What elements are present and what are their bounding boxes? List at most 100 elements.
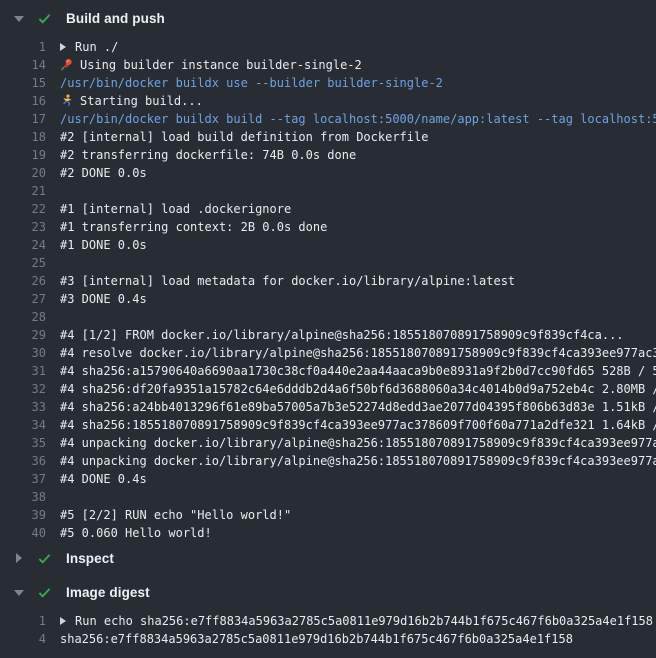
line-number[interactable]: 14: [0, 56, 46, 74]
log-text-content: #4 DONE 0.4s: [60, 472, 147, 486]
expand-triangle-icon[interactable]: [60, 617, 66, 625]
log-line: 1 Run ./: [0, 38, 656, 56]
line-number[interactable]: 31: [0, 362, 46, 380]
log-text-content: #5 0.060 Hello world!: [60, 526, 212, 540]
log-text: #4 sha256:df20fa9351a15782c64e6dddb2d4a6…: [60, 380, 656, 398]
log-text-content: Run echo sha256:e7ff8834a5963a2785c5a081…: [75, 614, 653, 628]
line-number[interactable]: 24: [0, 236, 46, 254]
chevron-down-icon[interactable]: [14, 13, 24, 23]
log-line: 39 #5 [2/2] RUN echo "Hello world!": [0, 506, 656, 524]
line-number[interactable]: 21: [0, 182, 46, 200]
line-number[interactable]: 28: [0, 308, 46, 326]
line-number[interactable]: 19: [0, 146, 46, 164]
log-section-image-digest: Image digest 1 Run echo sha256:e7ff8834a59…: [0, 578, 656, 648]
line-number[interactable]: 36: [0, 452, 46, 470]
log-text: #5 [2/2] RUN echo "Hello world!": [60, 506, 291, 524]
log-text-content: #5 [2/2] RUN echo "Hello world!": [60, 508, 291, 522]
log-line: 14 Using builder instance builder-single-…: [0, 56, 656, 74]
log-text: #1 DONE 0.0s: [60, 236, 147, 254]
section-header-image-digest[interactable]: Image digest: [0, 578, 656, 606]
log-line: 26 #3 [internal] load metadata for docker…: [0, 272, 656, 290]
log-text-content: #3 [internal] load metadata for docker.i…: [60, 274, 515, 288]
log-line: 4sha256:e7ff8834a5963a2785c5a0811e979d16…: [0, 630, 656, 648]
log-line: 30 #4 resolve docker.io/library/alpine@sh…: [0, 344, 656, 362]
line-number[interactable]: 1: [0, 612, 46, 630]
log-line: 34 #4 sha256:185518070891758909c9f839cf4c…: [0, 416, 656, 434]
section-gap: [0, 648, 656, 650]
line-number[interactable]: 40: [0, 524, 46, 542]
log-line: 1 Run echo sha256:e7ff8834a5963a2785c5a08…: [0, 612, 656, 630]
log-line: 21: [0, 182, 656, 200]
line-number[interactable]: 35: [0, 434, 46, 452]
log-text-content: Using builder instance builder-single-2: [80, 58, 362, 72]
line-number[interactable]: 26: [0, 272, 46, 290]
log-text-content: #4 sha256:a24bb4013296f61e89ba57005a7b3e…: [60, 400, 656, 414]
section-header-inspect[interactable]: Inspect: [0, 544, 656, 572]
log-text-content: #2 DONE 0.0s: [60, 166, 147, 180]
chevron-right-icon[interactable]: [14, 553, 24, 563]
log-text-content: #4 [1/2] FROM docker.io/library/alpine@s…: [60, 328, 624, 342]
log-text: #4 sha256:185518070891758909c9f839cf4ca3…: [60, 416, 656, 434]
line-number[interactable]: 30: [0, 344, 46, 362]
log-text: Starting build...: [60, 92, 203, 110]
log-text-content: #2 transferring dockerfile: 74B 0.0s don…: [60, 148, 356, 162]
log-line: 20 #2 DONE 0.0s: [0, 164, 656, 182]
log-text: #4 unpacking docker.io/library/alpine@sh…: [60, 452, 656, 470]
log-section-inspect: Inspect: [0, 544, 656, 572]
expand-triangle-icon[interactable]: [60, 43, 66, 51]
line-number[interactable]: 17: [0, 110, 46, 128]
line-number[interactable]: 25: [0, 254, 46, 272]
log-section-build-and-push: Build and push 1 Run ./ 14 Using builder ins…: [0, 4, 656, 542]
line-number[interactable]: 23: [0, 218, 46, 236]
line-number[interactable]: 15: [0, 74, 46, 92]
pushpin-emoji-icon: [60, 58, 80, 72]
line-number[interactable]: 38: [0, 488, 46, 506]
line-number[interactable]: 29: [0, 326, 46, 344]
line-number[interactable]: 39: [0, 506, 46, 524]
log-line: 15/usr/bin/docker buildx use --builder b…: [0, 74, 656, 92]
log-text: #4 resolve docker.io/library/alpine@sha2…: [60, 344, 656, 362]
check-icon: [37, 11, 52, 26]
log-line: 18 #2 [internal] load build definition fr…: [0, 128, 656, 146]
log-line: 17/usr/bin/docker buildx build --tag loc…: [0, 110, 656, 128]
actions-log-viewer: Build and push1Run ./14Using builder ins…: [0, 0, 656, 650]
line-number[interactable]: 33: [0, 398, 46, 416]
line-number[interactable]: 1: [0, 38, 46, 56]
line-number[interactable]: 16: [0, 92, 46, 110]
log-text: #4 [1/2] FROM docker.io/library/alpine@s…: [60, 326, 624, 344]
log-text-content: #4 unpacking docker.io/library/alpine@sh…: [60, 436, 656, 450]
line-number[interactable]: 34: [0, 416, 46, 434]
log-text-content: /usr/bin/docker buildx build --tag local…: [60, 112, 656, 126]
log-text: #2 [internal] load build definition from…: [60, 128, 428, 146]
section-title: Image digest: [66, 585, 150, 600]
log-text: Run ./: [60, 38, 118, 56]
log-line: 27#3 DONE 0.4s: [0, 290, 656, 308]
section-title: Inspect: [66, 551, 114, 566]
line-number[interactable]: 18: [0, 128, 46, 146]
section-title: Build and push: [66, 11, 165, 26]
log-line: 36 #4 unpacking docker.io/library/alpine@…: [0, 452, 656, 470]
line-number[interactable]: 32: [0, 380, 46, 398]
log-text: Run echo sha256:e7ff8834a5963a2785c5a081…: [60, 612, 653, 630]
log-line: 23#1 transferring context: 2B 0.0s done: [0, 218, 656, 236]
line-number[interactable]: 27: [0, 290, 46, 308]
log-line: 40 #5 0.060 Hello world!: [0, 524, 656, 542]
line-number[interactable]: 4: [0, 630, 46, 648]
log-line: 29 #4 [1/2] FROM docker.io/library/alpine…: [0, 326, 656, 344]
runner-emoji-icon: [60, 94, 80, 108]
chevron-down-icon[interactable]: [14, 587, 24, 597]
log-text: #4 DONE 0.4s: [60, 470, 147, 488]
section-body: 1 Run echo sha256:e7ff8834a5963a2785c5a08…: [0, 606, 656, 648]
line-number[interactable]: 22: [0, 200, 46, 218]
log-line: 32 #4 sha256:df20fa9351a15782c64e6dddb2d4…: [0, 380, 656, 398]
line-number[interactable]: 20: [0, 164, 46, 182]
log-line: 38: [0, 488, 656, 506]
section-header-build-and-push[interactable]: Build and push: [0, 4, 656, 32]
log-text-content: #4 sha256:a15790640a6690aa1730c38cf0a440…: [60, 364, 656, 378]
log-command-text: /usr/bin/docker buildx build --tag local…: [60, 110, 656, 128]
log-text: Using builder instance builder-single-2: [60, 56, 362, 74]
log-text: #4 sha256:a15790640a6690aa1730c38cf0a440…: [60, 362, 656, 380]
log-text: #4 unpacking docker.io/library/alpine@sh…: [60, 434, 656, 452]
section-body: 1 Run ./ 14 Using builder instance builder-…: [0, 32, 656, 542]
line-number[interactable]: 37: [0, 470, 46, 488]
